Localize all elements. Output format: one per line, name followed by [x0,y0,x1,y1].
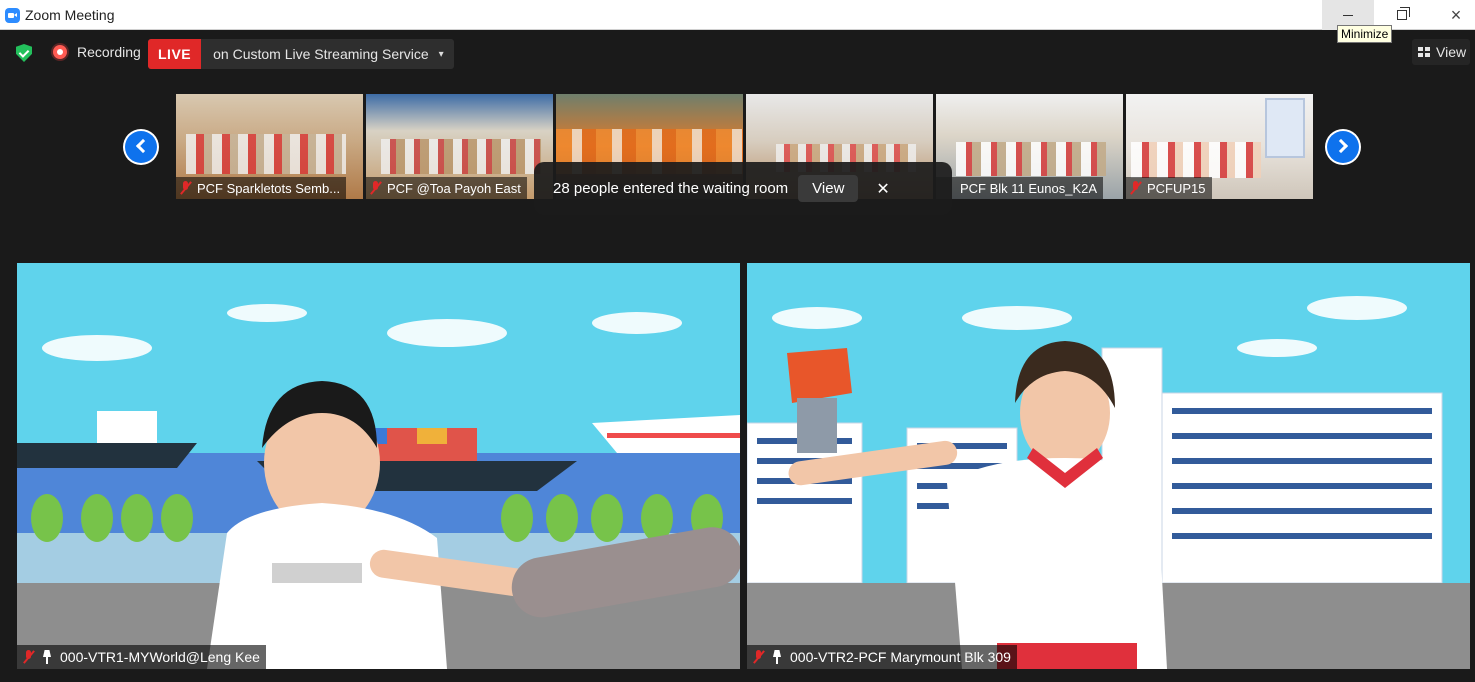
view-label: View [1436,44,1467,60]
notification-message: 28 people entered the waiting room [553,180,789,197]
participant-label: 000-VTR1-MYWorld@Leng Kee [17,645,266,669]
recording-label[interactable]: Recording [77,44,141,60]
window-title: Zoom Meeting [25,7,115,23]
previous-page-button[interactable] [123,129,159,165]
meeting-window: Recording LIVE on Custom Live Streaming … [0,31,1475,682]
waiting-room-notification: 28 people entered the waiting room View … [534,162,952,215]
participant-thumbnail[interactable]: PCF @Toa Payoh East [366,94,553,199]
city-scene [747,263,1470,669]
mic-muted-icon [1130,181,1141,195]
window-titlebar: Zoom Meeting × [0,0,1475,30]
minimize-icon [1343,14,1353,16]
chevron-left-icon [135,138,151,154]
close-icon[interactable]: ✕ [876,179,889,199]
main-video-tile[interactable]: 000-VTR1-MYWorld@Leng Kee [17,263,740,669]
harbour-scene [17,263,740,669]
recording-icon [53,45,67,59]
main-video-tile[interactable]: 000-VTR2-PCF Marymount Blk 309 [747,263,1470,669]
live-stream-service: on Custom Live Streaming Service [213,46,429,62]
participant-label: 000-VTR2-PCF Marymount Blk 309 [747,645,1017,669]
pin-icon [771,650,783,664]
minimize-tooltip: Minimize [1337,25,1393,43]
chevron-down-icon: ▾ [438,48,444,60]
mic-muted-icon [370,181,381,195]
pin-icon [41,650,53,664]
participant-label: PCF @Toa Payoh East [366,177,527,199]
mic-muted-icon [753,650,764,664]
mic-muted-icon [23,650,34,664]
live-stream-dropdown[interactable]: LIVE on Custom Live Streaming Service ▾ [148,39,454,69]
participant-thumbnail[interactable]: PCFUP15 [1126,94,1313,199]
mic-muted-icon [180,181,191,195]
video-feed [747,263,1470,669]
chevron-right-icon [1333,138,1349,154]
live-badge: LIVE [148,39,202,69]
participant-label: PCFUP15 [1126,177,1212,199]
video-feed [17,263,740,669]
participant-thumbnail[interactable]: PCF Blk 11 Eunos_K2A [936,94,1123,199]
zoom-app-icon [5,8,20,23]
view-waiting-room-button[interactable]: View [798,175,859,202]
grid-view-icon [1418,47,1430,57]
view-button[interactable]: View [1412,39,1470,65]
participant-label: PCF Blk 11 Eunos_K2A [936,177,1104,199]
participant-thumbnail[interactable]: PCF Sparkletots Semb... [176,94,363,199]
shield-icon[interactable] [16,44,32,62]
participant-label: PCF Sparkletots Semb... [176,177,347,199]
restore-icon [1397,7,1410,20]
close-window-button[interactable]: × [1430,0,1475,30]
next-page-button[interactable] [1325,129,1361,165]
